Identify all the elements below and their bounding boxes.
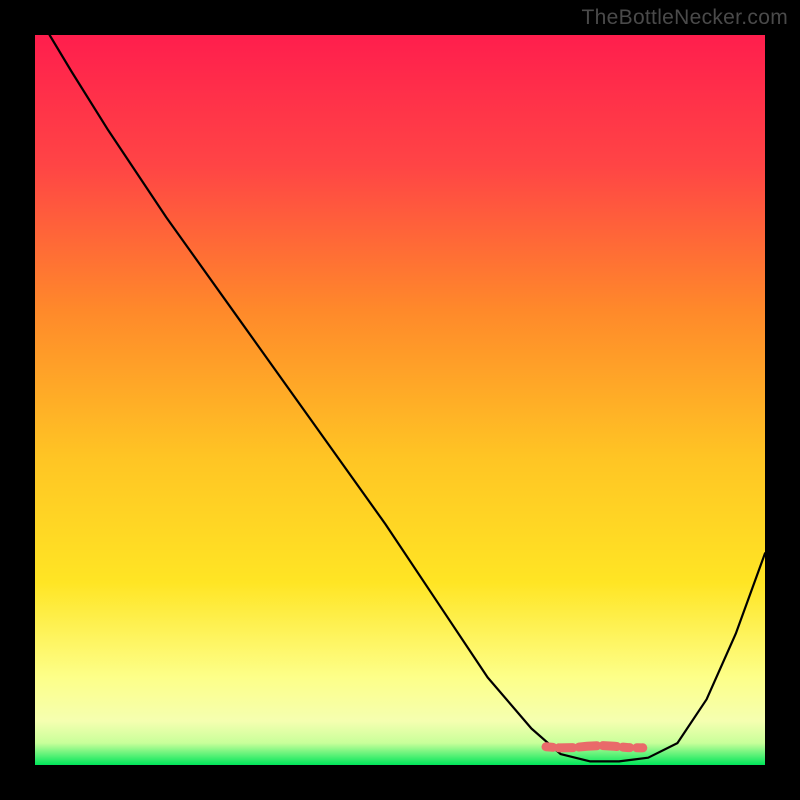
- plot-area: [35, 35, 765, 765]
- plot-svg: [35, 35, 765, 765]
- chart-container: { "watermark": "TheBottleNecker.com", "c…: [0, 0, 800, 800]
- highlight-band: [546, 746, 656, 748]
- gradient-background: [35, 35, 765, 765]
- watermark-text: TheBottleNecker.com: [582, 6, 788, 30]
